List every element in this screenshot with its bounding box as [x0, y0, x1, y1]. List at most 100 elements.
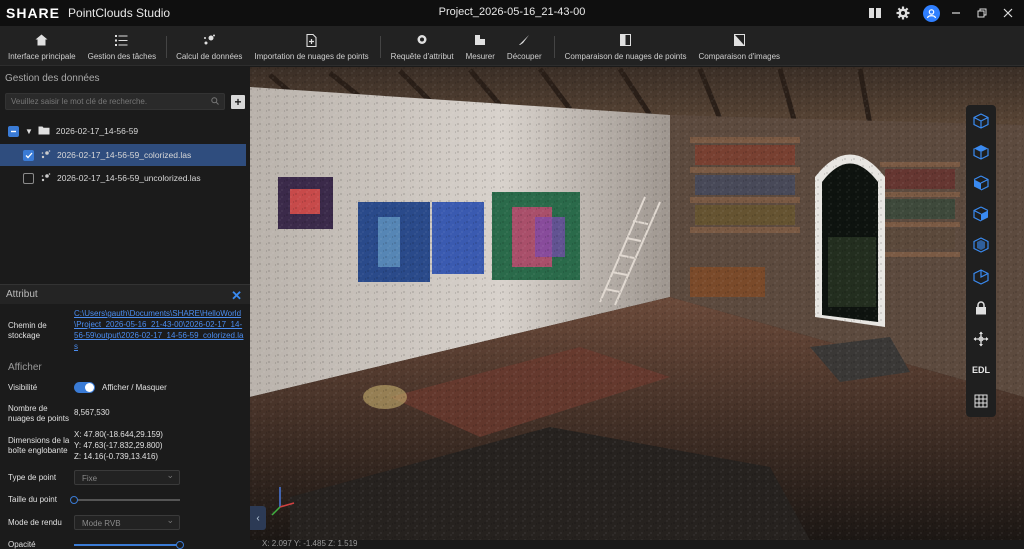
lock-icon[interactable]	[966, 292, 996, 323]
point-cloud-icon	[41, 172, 51, 184]
file-import-icon	[306, 33, 317, 47]
toolbar-label: Découper	[506, 52, 542, 61]
toolbar-compare-clouds-button[interactable]: Comparaison de nuages de points	[564, 26, 687, 66]
compute-icon	[203, 33, 216, 47]
search-icon[interactable]	[211, 96, 219, 107]
point-type-label: Type de point	[8, 473, 57, 482]
bounding-box-x: X: 47.80(-18.644,29.159)	[74, 430, 163, 439]
file-name: 2026-02-17_14-56-59_uncolorized.las	[57, 173, 201, 183]
bounding-box-label: Dimensions de la boîte englobante	[8, 436, 70, 455]
slider-handle[interactable]	[70, 496, 78, 504]
cube-view-left-icon[interactable]	[966, 199, 996, 230]
point-size-label: Taille du point	[8, 495, 57, 504]
point-cloud-icon	[41, 149, 51, 161]
visibility-toggle[interactable]	[74, 382, 95, 393]
close-icon[interactable]: ✕	[231, 288, 242, 304]
toolbar-label: Calcul de données	[176, 52, 243, 61]
tree-file-row[interactable]: 2026-02-17_14-56-59_uncolorized.las	[0, 167, 250, 189]
bounding-box-y: Y: 47.63(-17.832,29.800)	[74, 441, 163, 450]
toolbar-separator	[379, 36, 381, 58]
user-avatar-icon[interactable]	[923, 4, 940, 22]
render-mode-label: Mode de rendu	[8, 518, 62, 527]
data-tree: ▼ 2026-02-17_14-56-59 2026-02-17_14-56-5…	[0, 120, 250, 189]
slider-handle[interactable]	[176, 541, 184, 549]
status-bar	[250, 540, 1024, 549]
minimize-icon[interactable]	[946, 3, 966, 23]
view-tools-strip: EDL	[966, 105, 996, 417]
chevron-left-icon: ‹	[256, 512, 260, 524]
compare-images-icon	[733, 33, 745, 47]
close-icon[interactable]	[998, 3, 1018, 23]
toolbar-home-button[interactable]: Interface principale	[8, 26, 76, 66]
file-checkbox[interactable]	[23, 172, 34, 184]
point-size-slider[interactable]	[70, 496, 180, 504]
add-button[interactable]: +	[231, 94, 245, 109]
toolbar-separator	[166, 36, 168, 58]
expand-caret-icon[interactable]: ▼	[25, 127, 33, 136]
title-bar: SHARE PointClouds Studio Project_2026-05…	[0, 0, 1024, 26]
attribute-panel-title: Attribut	[6, 289, 38, 300]
main-toolbar: Interface principale Gestion des tâches …	[0, 26, 1024, 66]
folder-name: 2026-02-17_14-56-59	[55, 126, 139, 136]
storage-path-link[interactable]: C:\Users\gauth\Documents\SHARE\HelloWorl…	[74, 308, 244, 352]
toolbar-tasks-button[interactable]: Gestion des tâches	[88, 26, 156, 66]
point-count-value: 8,567,530	[74, 408, 110, 417]
panel-title: Gestion des données	[5, 73, 100, 84]
toolbar-label: Importation de nuages de points	[254, 52, 369, 61]
task-list-icon	[115, 33, 128, 47]
file-name: 2026-02-17_14-56-59_colorized.las	[57, 150, 192, 160]
search-input[interactable]	[11, 97, 211, 106]
cube-view-back-icon[interactable]	[966, 261, 996, 292]
toolbar-label: Gestion des tâches	[87, 52, 157, 61]
storage-path-label: Chemin de stockage	[8, 321, 47, 340]
grid-icon[interactable]	[966, 386, 996, 417]
display-section-title: Afficher	[8, 362, 42, 373]
toolbar-measure-button[interactable]: Mesurer	[466, 26, 495, 66]
cube-view-top-icon[interactable]	[966, 136, 996, 167]
book-icon[interactable]	[865, 3, 885, 23]
bounding-box-z: Z: 14.16(-0.739,13.416)	[74, 452, 159, 461]
cube-view-right-icon[interactable]	[966, 230, 996, 261]
opacity-label: Opacité	[8, 540, 36, 549]
toolbar-label: Interface principale	[8, 52, 76, 61]
collapse-panel-button[interactable]: ‹	[250, 506, 266, 530]
cursor-coordinates: X: 2.097 Y: -1.485 Z: 1.519	[262, 539, 358, 548]
point-cloud-viewport[interactable]	[250, 67, 1024, 540]
toolbar-label: Comparaison d'images	[698, 52, 781, 61]
search-box	[5, 93, 225, 110]
render-mode-select[interactable]: Mode RVB	[74, 515, 180, 530]
restore-icon[interactable]	[972, 3, 992, 23]
gear-icon[interactable]	[893, 3, 913, 23]
cube-view-iso-icon[interactable]	[966, 105, 996, 136]
opacity-slider[interactable]	[74, 541, 184, 549]
visibility-label: Visibilité	[8, 383, 38, 392]
tree-folder-row[interactable]: ▼ 2026-02-17_14-56-59	[0, 120, 250, 142]
app-brand: SHARE PointClouds Studio	[6, 5, 170, 21]
edl-label: EDL	[972, 365, 990, 376]
toolbar-separator	[553, 36, 555, 58]
toolbar-cut-button[interactable]: Découper	[507, 26, 542, 66]
app-name: PointClouds Studio	[68, 6, 171, 20]
brand-logo: SHARE	[6, 5, 61, 21]
move-icon[interactable]	[966, 323, 996, 354]
toolbar-attribute-query-button[interactable]: Requête d'attribut	[391, 26, 454, 66]
folder-icon	[38, 126, 50, 137]
cube-view-front-icon[interactable]	[966, 167, 996, 198]
folder-checkbox[interactable]	[8, 125, 19, 137]
toolbar-label: Comparaison de nuages de points	[564, 52, 687, 61]
point-speckle	[250, 67, 1024, 540]
point-type-select[interactable]: Fixe	[74, 470, 180, 485]
compare-clouds-icon	[620, 33, 632, 47]
toolbar-compute-button[interactable]: Calcul de données	[176, 26, 242, 66]
toolbar-import-button[interactable]: Importation de nuages de points	[254, 26, 369, 66]
visibility-toggle-label: Afficher / Masquer	[102, 383, 167, 392]
slider-fill	[74, 544, 180, 546]
measure-icon	[474, 33, 486, 47]
toolbar-compare-images-button[interactable]: Comparaison d'images	[698, 26, 780, 66]
attribute-panel-header: Attribut ✕	[0, 284, 250, 304]
point-cloud-render	[250, 67, 1024, 540]
toolbar-label: Mesurer	[465, 52, 495, 61]
tree-file-row[interactable]: 2026-02-17_14-56-59_colorized.las	[0, 144, 246, 166]
file-checkbox[interactable]	[23, 149, 34, 161]
edl-button[interactable]: EDL	[966, 355, 996, 386]
